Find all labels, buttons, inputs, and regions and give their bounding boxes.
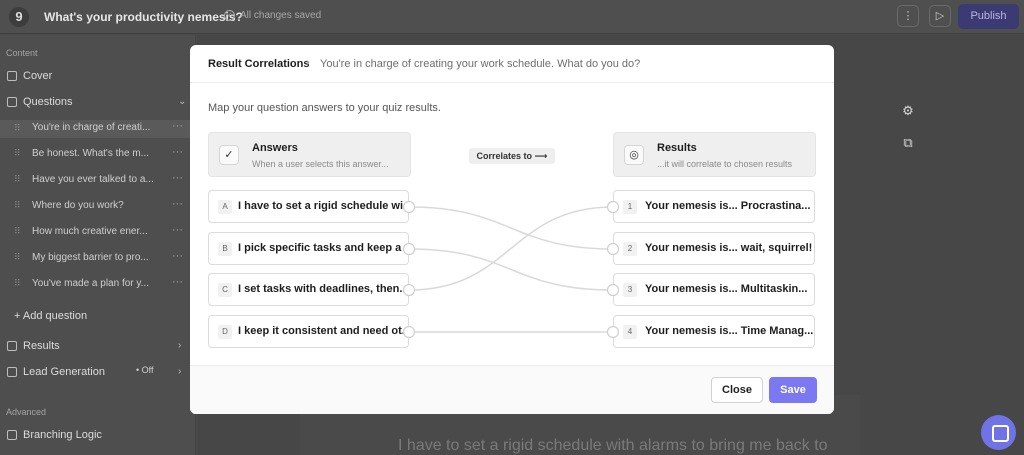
save-status-text: All changes saved [240, 10, 322, 21]
result-connection-handle[interactable] [606, 283, 620, 297]
drag-handle-icon[interactable]: ⠿ [14, 148, 21, 159]
quiz-title[interactable]: What's your productivity nemesis? [44, 10, 243, 24]
modal-footer: Close Save [190, 365, 834, 414]
branching-icon [7, 430, 17, 440]
correlation-wires [402, 200, 620, 339]
sidebar-item-cover[interactable]: Cover [0, 70, 196, 82]
sidebar-question-item[interactable]: ⠿ You're in charge of creati... ··· [0, 120, 196, 138]
result-connection-handle[interactable] [606, 200, 620, 214]
sidebar-item-label: Results [23, 340, 60, 352]
save-button[interactable]: Save [769, 377, 817, 403]
sidebar-item-label: Cover [23, 70, 53, 82]
answer-connection-handle[interactable] [402, 283, 416, 297]
questions-icon [7, 97, 17, 107]
connection-wire [408, 248, 614, 291]
more-icon[interactable]: ··· [172, 250, 183, 262]
chevron-right-icon[interactable]: › [178, 366, 181, 377]
sidebar-item-results[interactable]: Results › [0, 340, 196, 352]
content-section-label: Content [6, 48, 38, 58]
result-correlations-modal: Result Correlations › You're in charge o… [190, 45, 834, 414]
result-connection-handle[interactable] [606, 242, 620, 256]
sidebar-question-item[interactable]: ⠿ My biggest barrier to pro... ··· [0, 250, 196, 263]
advanced-section-label: Advanced [6, 407, 47, 417]
check-circle-icon: ✓ [224, 10, 235, 21]
settings-gear-icon[interactable]: ⚙ [896, 99, 920, 123]
sidebar-item-label: Questions [23, 96, 73, 108]
question-label: My biggest barrier to pro... [32, 252, 149, 263]
more-icon[interactable]: ··· [172, 172, 183, 184]
sidebar-item-branching-logic[interactable]: Branching Logic [0, 429, 196, 441]
sidebar-question-item[interactable]: ⠿ How much creative ener... ··· [0, 224, 196, 237]
question-label: You're in charge of creati... [32, 122, 151, 133]
drag-handle-icon[interactable]: ⠿ [14, 123, 21, 134]
answer-connection-handle[interactable] [402, 242, 416, 256]
more-icon[interactable]: ··· [172, 120, 183, 132]
drag-handle-icon[interactable]: ⠿ [14, 252, 21, 263]
more-icon[interactable]: ··· [172, 146, 183, 158]
more-icon[interactable]: ··· [172, 198, 183, 210]
sidebar: Content Cover Questions ⌄ ⠿ You're in ch… [0, 35, 196, 455]
question-label: You've made a plan for y... [32, 278, 149, 289]
drag-handle-icon[interactable]: ⠿ [14, 200, 21, 211]
result-connection-handle[interactable] [606, 325, 620, 339]
answer-connection-handle[interactable] [402, 325, 416, 339]
sidebar-item-questions[interactable]: Questions ⌄ [0, 96, 196, 108]
chat-support-button[interactable] [981, 415, 1016, 450]
drag-handle-icon[interactable]: ⠿ [14, 174, 21, 185]
sidebar-item-lead-generation[interactable]: Lead Generation • Off › [0, 365, 196, 378]
cover-icon [7, 71, 17, 81]
chevron-right-icon[interactable]: › [178, 340, 181, 351]
connection-wire [408, 206, 614, 291]
connection-wire [408, 206, 614, 250]
sidebar-question-item[interactable]: ⠿ Have you ever talked to a... ··· [0, 172, 196, 185]
lead-generation-toggle[interactable]: • Off [136, 365, 154, 375]
close-button[interactable]: Close [711, 377, 763, 403]
preview-button[interactable]: ▷ [929, 5, 951, 27]
add-question-button[interactable]: + Add question [0, 310, 196, 322]
drag-handle-icon[interactable]: ⠿ [14, 278, 21, 289]
more-icon[interactable]: ··· [172, 224, 183, 236]
chevron-down-icon[interactable]: ⌄ [178, 96, 186, 107]
save-status: ✓ All changes saved [224, 10, 321, 21]
answer-connection-handle[interactable] [402, 200, 416, 214]
question-label: Be honest. What's the m... [32, 148, 149, 159]
top-bar: 9 What's your productivity nemesis? ✓ Al… [0, 0, 1024, 34]
drag-handle-icon[interactable]: ⠿ [14, 226, 21, 237]
sidebar-item-label: Lead Generation [23, 366, 105, 378]
lead-generation-icon [7, 367, 17, 377]
background-answer-text: I have to set a rigid schedule with alar… [398, 437, 828, 454]
publish-button[interactable]: Publish [958, 4, 1019, 29]
results-icon [7, 341, 17, 351]
more-options-button[interactable]: ⋮ [897, 5, 919, 27]
sidebar-item-label: Branching Logic [23, 429, 102, 441]
sidebar-question-item[interactable]: ⠿ You've made a plan for y... ··· [0, 276, 196, 289]
sidebar-question-item[interactable]: ⠿ Be honest. What's the m... ··· [0, 146, 196, 159]
more-icon[interactable]: ··· [172, 276, 183, 288]
app-logo[interactable]: 9 [9, 7, 29, 27]
question-label: Have you ever talked to a... [32, 174, 154, 185]
sidebar-question-item[interactable]: ⠿ Where do you work? ··· [0, 198, 196, 211]
branching-share-icon[interactable]: ⧉ [896, 131, 920, 155]
question-label: How much creative ener... [32, 226, 148, 237]
question-label: Where do you work? [32, 200, 124, 211]
